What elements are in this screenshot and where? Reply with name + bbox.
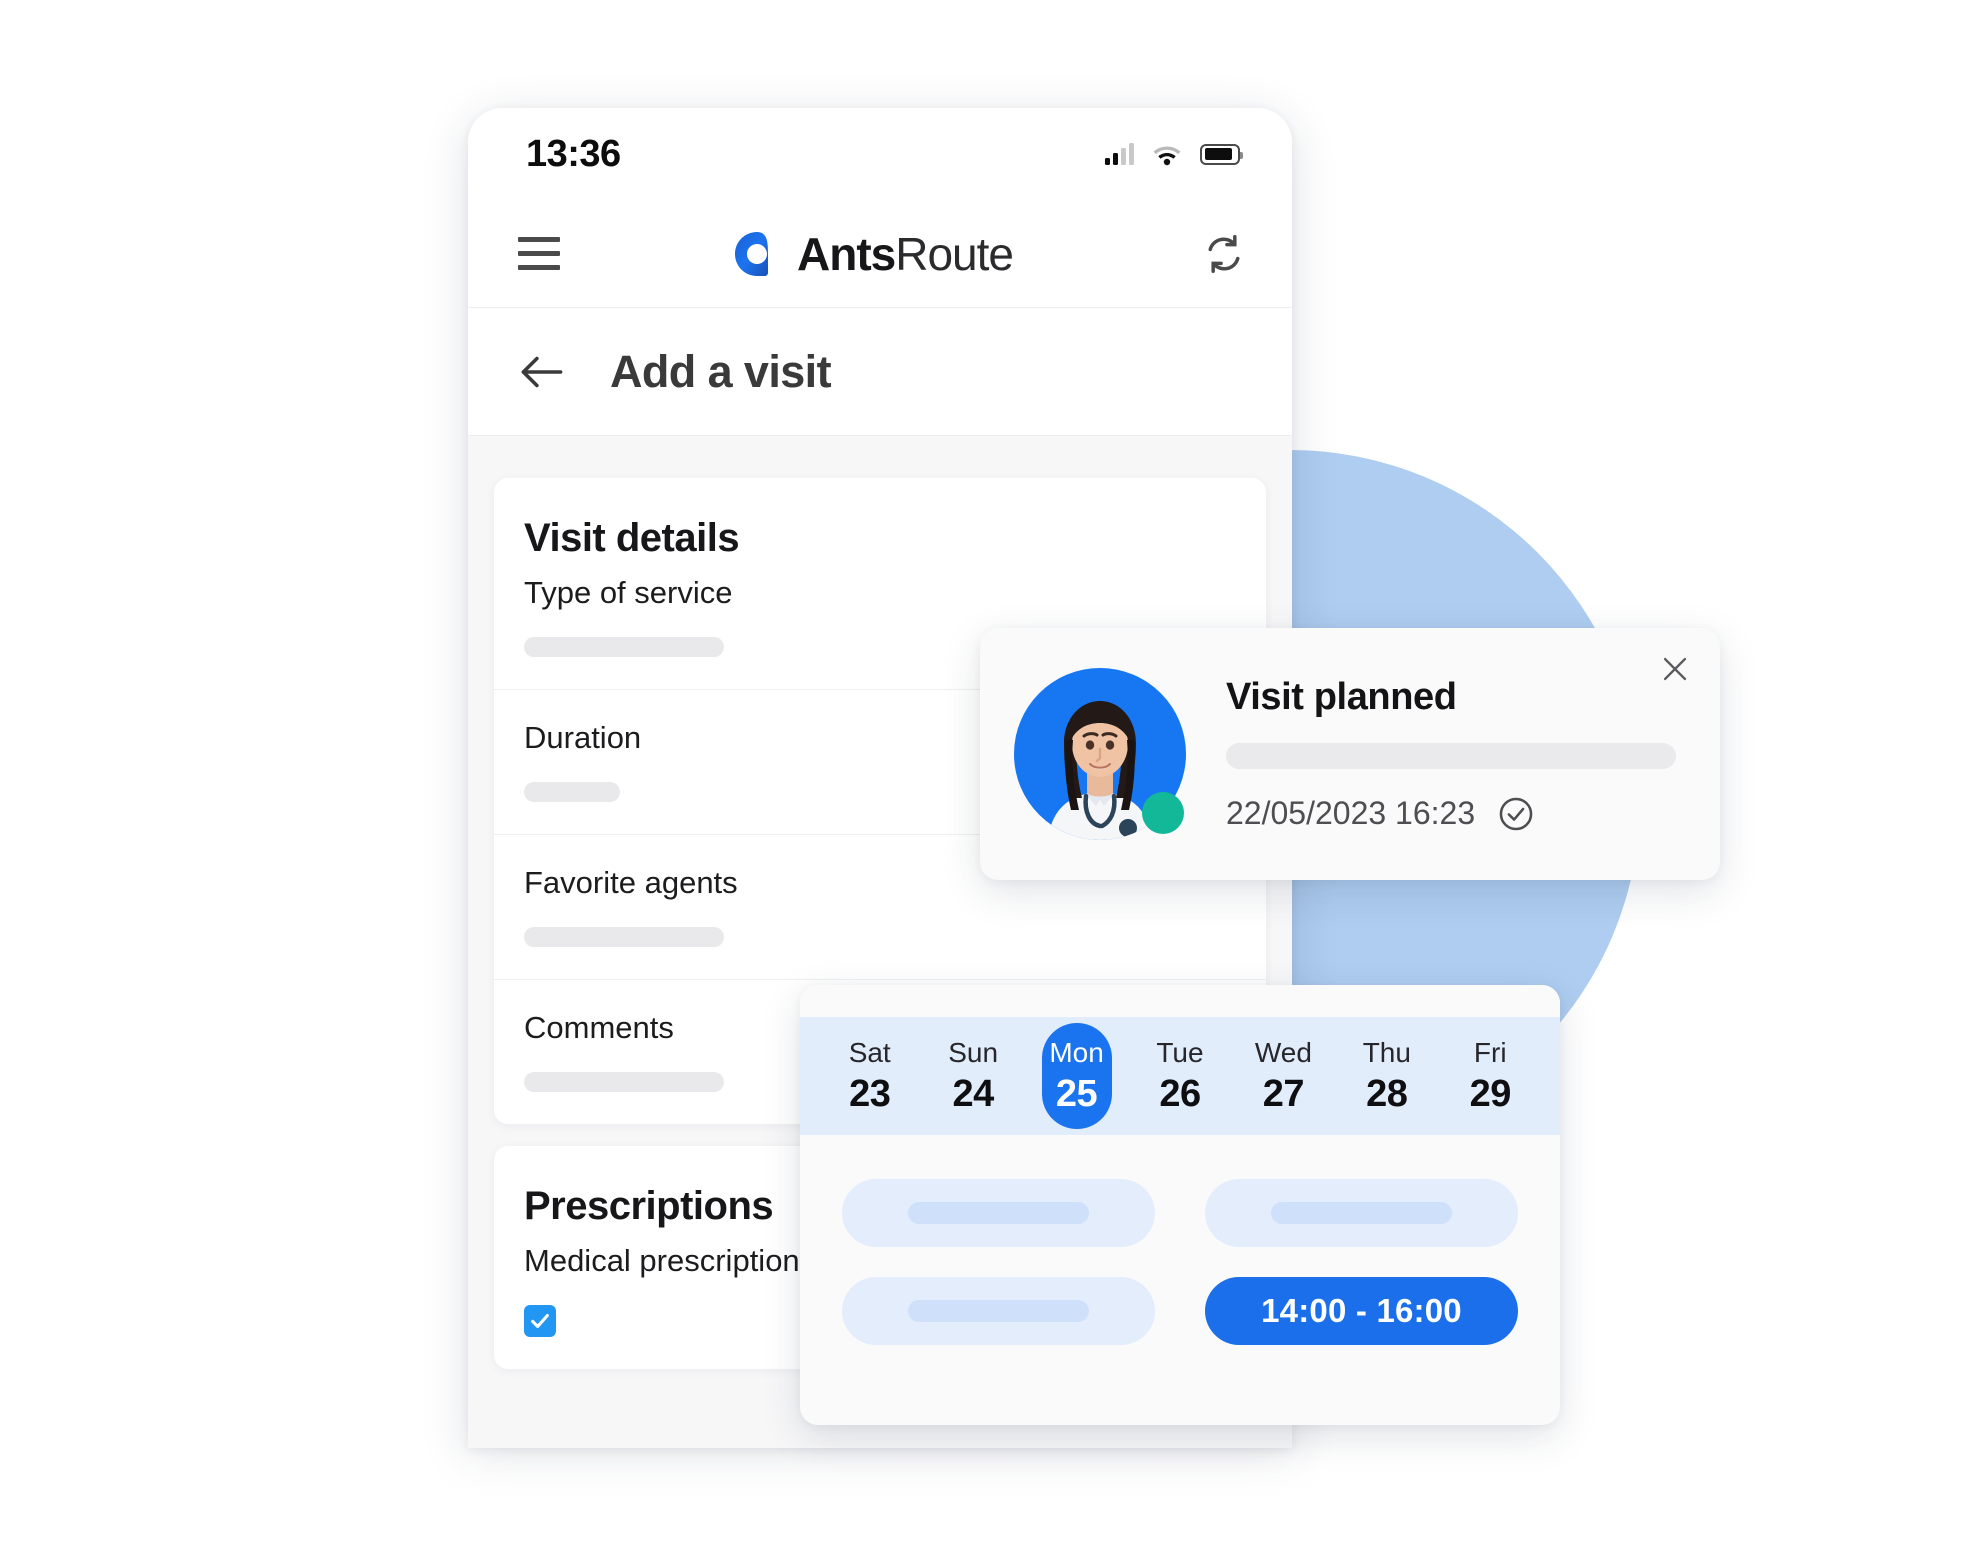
day-number: 29 [1469, 1072, 1512, 1115]
status-bar: 13:36 [468, 108, 1292, 200]
brand-text-light: Route [895, 227, 1014, 280]
calendar-day-fri[interactable]: Fri 29 [1439, 1017, 1542, 1135]
visit-details-title: Visit details [524, 516, 740, 560]
day-number: 24 [952, 1072, 994, 1115]
battery-icon [1200, 143, 1243, 165]
calendar-day-mon[interactable]: Mon 25 [1025, 1017, 1128, 1135]
calendar-slot-picker: Sat 23 Sun 24 Mon 25 Tue 26 Wed 27 Thu 2… [800, 985, 1560, 1425]
day-number: 28 [1366, 1072, 1408, 1115]
day-number: 26 [1159, 1072, 1201, 1115]
page-title: Add a visit [610, 345, 832, 397]
notification-body: Visit planned 22/05/2023 16:23 [1186, 676, 1686, 833]
day-of-week: Sat [848, 1036, 891, 1068]
visit-planned-notification: Visit planned 22/05/2023 16:23 [980, 628, 1720, 880]
brand-logo: AntsRoute [544, 227, 1202, 281]
day-of-week: Fri [1473, 1036, 1507, 1068]
calendar-day-tue[interactable]: Tue 26 [1128, 1017, 1231, 1135]
calendar-day-wed[interactable]: Wed 27 [1232, 1017, 1335, 1135]
notification-detail-placeholder [1226, 742, 1676, 769]
brand-text: AntsRoute [797, 227, 1014, 281]
day-of-week: Thu [1362, 1036, 1411, 1068]
medical-prescription-checkbox[interactable] [524, 1305, 556, 1337]
time-slot-placeholder [907, 1202, 1090, 1224]
sync-refresh-icon[interactable] [1202, 232, 1246, 276]
day-number: 23 [849, 1072, 891, 1115]
checkmark-icon [531, 1313, 549, 1329]
day-number: 25 [1055, 1072, 1098, 1115]
back-arrow-icon[interactable] [520, 355, 564, 389]
field-label: Type of service [524, 575, 733, 610]
time-slot[interactable] [842, 1179, 1155, 1247]
wifi-icon [1153, 146, 1181, 166]
avatar [1014, 668, 1186, 840]
day-of-week: Wed [1254, 1036, 1312, 1068]
screenshot-stage: 13:36 AntsRoute Add a visit Visit detail… [0, 0, 1967, 1554]
status-icons [1105, 142, 1243, 166]
calendar-header-pad [800, 985, 1560, 1017]
calendar-day-thu[interactable]: Thu 28 [1335, 1017, 1438, 1135]
brand-text-bold: Ants [797, 227, 896, 280]
day-of-week: Sun [948, 1036, 999, 1068]
calendar-day-sun[interactable]: Sun 24 [921, 1017, 1024, 1135]
field-value-placeholder [524, 1072, 724, 1092]
time-slot[interactable] [1205, 1179, 1518, 1247]
calendar-day-strip: Sat 23 Sun 24 Mon 25 Tue 26 Wed 27 Thu 2… [800, 1017, 1560, 1135]
time-slot-grid: 14:00 - 16:00 [800, 1135, 1560, 1345]
time-slot-placeholder [907, 1300, 1090, 1322]
app-bar: AntsRoute [468, 200, 1292, 308]
notification-title: Visit planned [1226, 675, 1457, 718]
day-number: 27 [1262, 1072, 1305, 1115]
calendar-day-sat[interactable]: Sat 23 [818, 1017, 921, 1135]
field-value-placeholder [524, 637, 724, 657]
check-circle-icon [1499, 797, 1533, 830]
notification-timestamp: 22/05/2023 16:23 [1226, 795, 1476, 831]
bottom-fade-mask [0, 1444, 1967, 1554]
signal-bars-icon [1105, 143, 1134, 165]
day-of-week: Tue [1156, 1036, 1204, 1068]
screen-title-bar: Add a visit [468, 308, 1292, 436]
time-slot-placeholder [1270, 1202, 1453, 1224]
status-time: 13:36 [526, 132, 621, 175]
notification-meta: 22/05/2023 16:23 [1226, 795, 1676, 833]
field-value-placeholder [524, 782, 620, 802]
antsroute-logo-icon [735, 231, 768, 276]
time-slot[interactable] [842, 1277, 1155, 1345]
close-icon[interactable] [1658, 652, 1692, 686]
online-status-dot [1142, 792, 1184, 834]
field-value-placeholder [524, 927, 724, 947]
day-of-week: Mon [1049, 1036, 1104, 1068]
time-slot-selected[interactable]: 14:00 - 16:00 [1205, 1277, 1518, 1345]
